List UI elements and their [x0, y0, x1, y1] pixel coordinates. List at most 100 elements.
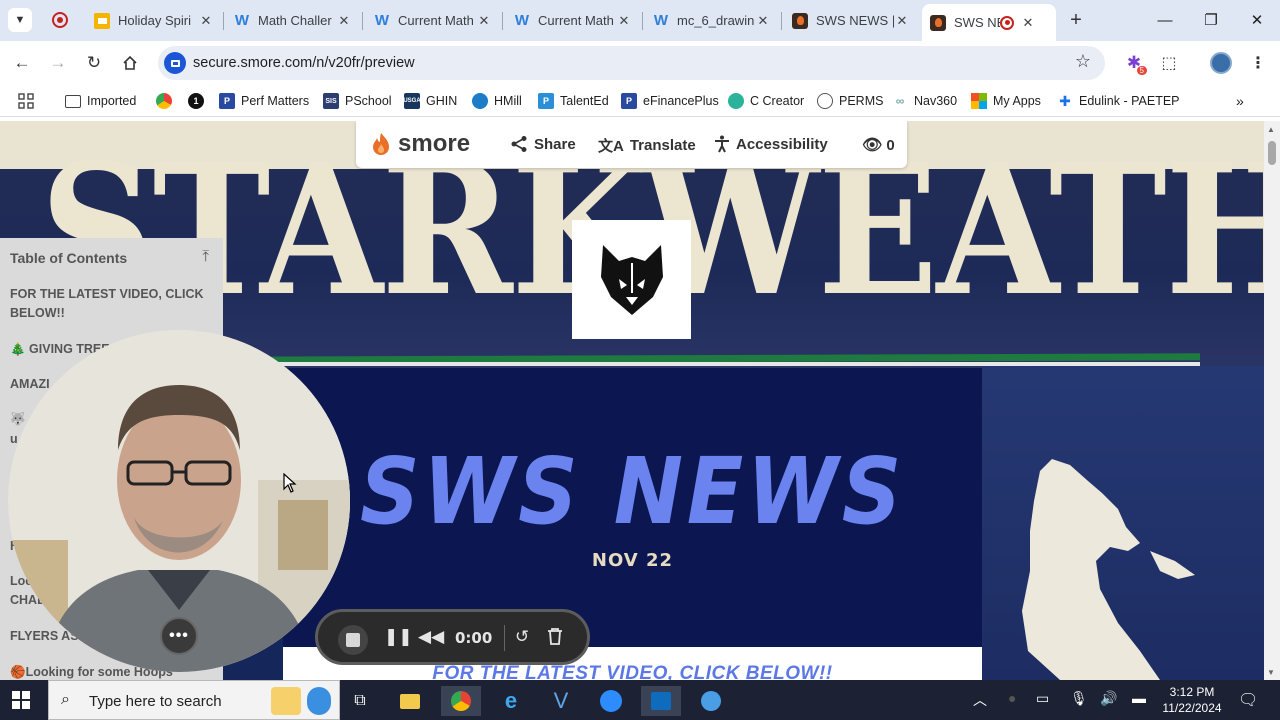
- notifications-icon[interactable]: 🗨: [1238, 690, 1258, 710]
- screencast-app-button[interactable]: [691, 686, 731, 716]
- start-button[interactable]: [12, 691, 30, 714]
- smore-logo[interactable]: smore: [370, 130, 470, 158]
- tab-math-challenge[interactable]: W Math Challer ✕: [226, 4, 360, 37]
- tab-label: Holiday Spiri: [118, 13, 191, 28]
- tab-sws-news-1[interactable]: SWS NEWS | ✕: [784, 4, 918, 37]
- close-icon[interactable]: ✕: [198, 13, 214, 29]
- task-view-button[interactable]: ⧉: [340, 686, 380, 716]
- browser-menu-button[interactable]: ⋮: [1246, 51, 1270, 75]
- profile-avatar[interactable]: [1209, 51, 1233, 75]
- extension-button[interactable]: ✱ 5: [1122, 51, 1147, 75]
- bookmark-talented[interactable]: P TalentEd: [538, 91, 609, 111]
- restart-button[interactable]: ↺: [515, 627, 529, 647]
- translate-label: Translate: [629, 137, 696, 154]
- site-info-icon[interactable]: [164, 52, 186, 74]
- bookmark-hmill[interactable]: HMill: [472, 91, 522, 111]
- bookmark-ghin[interactable]: USGA GHIN: [403, 91, 457, 111]
- screencast-icon: [701, 691, 721, 711]
- stop-icon: [346, 633, 360, 647]
- apps-button[interactable]: [18, 91, 34, 111]
- bookmark-c-creator[interactable]: C Creator: [728, 91, 804, 111]
- toc-heading: Table of Contents: [10, 250, 128, 266]
- more-bookmarks-button[interactable]: »: [1236, 91, 1244, 111]
- scroll-up-icon[interactable]: ▲: [1267, 125, 1275, 134]
- close-window-button[interactable]: ✕: [1245, 8, 1269, 32]
- chrome-color-icon: [156, 93, 172, 109]
- tab-label: SWS NEV: [954, 15, 1000, 30]
- v-app-icon: V: [553, 688, 569, 713]
- new-tab-button[interactable]: +: [1064, 8, 1088, 32]
- toc-item[interactable]: FOR THE LATEST VIDEO, CLICK BELOW!!: [10, 285, 210, 323]
- bookmark-star-icon[interactable]: ☆: [1075, 51, 1091, 72]
- tray-overflow-icon[interactable]: ︿: [973, 690, 987, 710]
- close-icon[interactable]: ✕: [616, 13, 632, 29]
- tab-search-button[interactable]: ▼: [8, 8, 32, 32]
- address-bar[interactable]: secure.smore.com/n/v20fr/preview ☆: [158, 46, 1105, 80]
- bookmark-label: HMill: [494, 94, 522, 108]
- microphone-icon[interactable]: 🎙: [1070, 690, 1088, 707]
- url-text[interactable]: secure.smore.com/n/v20fr/preview: [193, 55, 415, 71]
- forward-button[interactable]: →: [45, 50, 71, 76]
- scrollbar-thumb[interactable]: [1268, 141, 1276, 165]
- accessibility-button[interactable]: Accessibility: [714, 135, 828, 153]
- network-icon[interactable]: ▬: [1132, 690, 1146, 706]
- bookmark-perms[interactable]: PERMS: [817, 91, 883, 111]
- bookmark-pschool[interactable]: SIS PSchool: [323, 91, 392, 111]
- zoom-button[interactable]: [591, 686, 631, 716]
- bookmark-nav360[interactable]: ∞ Nav360: [892, 91, 957, 111]
- file-explorer-button[interactable]: [390, 686, 430, 716]
- display-icon[interactable]: ▭: [1036, 690, 1049, 707]
- bookmark-efinanceplus[interactable]: P eFinancePlus: [621, 91, 719, 111]
- bookmark-my-apps[interactable]: My Apps: [971, 91, 1041, 111]
- outlook-button[interactable]: [641, 686, 681, 716]
- close-icon[interactable]: ✕: [755, 13, 771, 29]
- vivid-app-button[interactable]: V: [541, 686, 581, 716]
- back-button[interactable]: ←: [9, 50, 35, 76]
- tab-sws-news-2[interactable]: SWS NEV ✕: [922, 4, 1056, 41]
- weebly-icon: W: [653, 12, 669, 29]
- pause-button[interactable]: ❚❚: [384, 627, 413, 647]
- stop-recording-button[interactable]: [338, 625, 368, 655]
- translate-button[interactable]: 文A Translate: [598, 135, 696, 156]
- reload-button[interactable]: ↻: [81, 50, 107, 76]
- recording-indicator-icon: [52, 12, 68, 28]
- tab-mc-6-drawing[interactable]: W mc_6_drawin ✕: [645, 4, 779, 37]
- tab-current-math-1[interactable]: W Current Math ✕: [366, 4, 500, 37]
- internet-explorer-button[interactable]: e: [491, 686, 531, 716]
- rewind-button[interactable]: ◀◀: [418, 627, 444, 647]
- close-icon[interactable]: ✕: [894, 13, 910, 29]
- bookmark-edulink[interactable]: ✚ Edulink - PAETEP: [1057, 91, 1179, 111]
- reload-icon: ↻: [86, 53, 102, 72]
- close-icon[interactable]: ✕: [336, 13, 352, 29]
- extension-badge: 5: [1136, 66, 1147, 75]
- share-button[interactable]: Share: [510, 135, 576, 153]
- restore-button[interactable]: ❐: [1199, 8, 1223, 32]
- taskbar-search[interactable]: ⌕ Type here to search: [48, 680, 340, 720]
- hmill-icon: [472, 93, 488, 109]
- extensions-menu-button[interactable]: ⬚: [1157, 51, 1181, 75]
- bookmark-onepassword[interactable]: 1: [188, 91, 210, 111]
- tab-holiday-spirit[interactable]: Holiday Spiri ✕: [86, 4, 222, 37]
- tab-divider: [362, 12, 363, 30]
- toc-collapse-button[interactable]: ⤒: [202, 248, 209, 265]
- close-icon[interactable]: ✕: [1020, 15, 1036, 31]
- home-button[interactable]: [117, 50, 143, 76]
- weebly-icon: W: [234, 12, 250, 29]
- globe-icon: [817, 93, 833, 109]
- bookmark-perf-matters[interactable]: P Perf Matters: [219, 91, 309, 111]
- taskbar-clock[interactable]: 3:12 PM 11/22/2024: [1152, 684, 1232, 716]
- bookmark-label: Perf Matters: [241, 94, 310, 108]
- bookmark-imported[interactable]: Imported: [65, 91, 136, 111]
- delete-recording-button[interactable]: [547, 627, 563, 650]
- chrome-button[interactable]: [441, 686, 481, 716]
- close-icon[interactable]: ✕: [476, 13, 492, 29]
- bookmark-chrome[interactable]: [156, 91, 178, 111]
- scroll-down-icon[interactable]: ▼: [1267, 668, 1275, 677]
- page-scrollbar[interactable]: ▲ ▼: [1264, 121, 1280, 680]
- webcam-options-button[interactable]: •••: [160, 617, 198, 655]
- minimize-button[interactable]: —: [1153, 8, 1177, 32]
- volume-icon[interactable]: 🔊: [1100, 690, 1117, 707]
- chrome-color-icon: [451, 691, 471, 711]
- microsoft-icon: [971, 93, 987, 109]
- tab-current-math-2[interactable]: W Current Math ✕: [506, 4, 640, 37]
